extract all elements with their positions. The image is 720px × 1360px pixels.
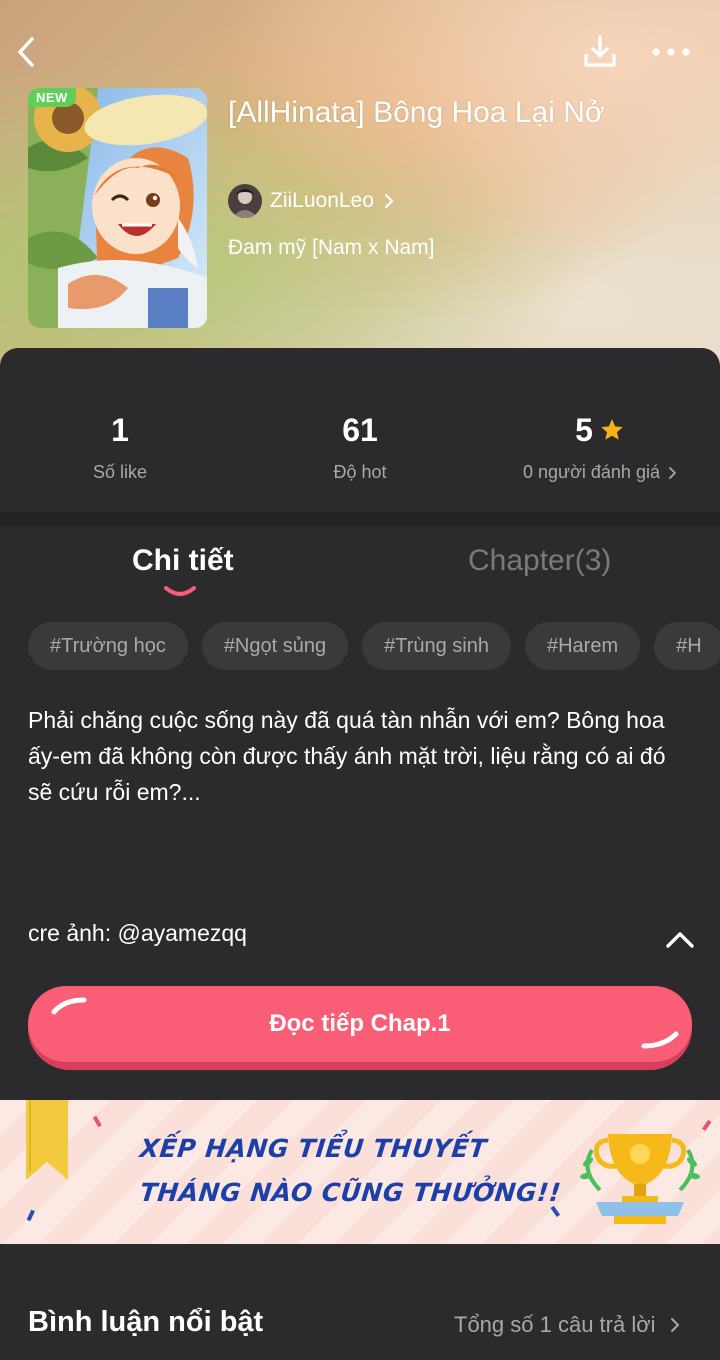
likes-value: 1 <box>111 411 129 448</box>
tab-details[interactable]: Chi tiết <box>132 544 234 578</box>
likes-label: Số like <box>92 462 148 482</box>
cover-illustration <box>28 88 207 328</box>
tag-item[interactable]: #Trùng sinh <box>362 622 511 670</box>
download-icon <box>584 35 616 67</box>
confetti-icon <box>92 1115 102 1128</box>
download-button[interactable] <box>580 32 620 72</box>
stats-row: 1 Số like 61 Độ hot 5 0 người đánh giá <box>0 348 720 512</box>
genre-label: Đam mỹ [Nam x Nam] <box>228 236 435 259</box>
new-badge: NEW <box>28 88 76 107</box>
chevron-right-icon <box>670 1318 679 1332</box>
gloss-highlight <box>51 997 87 1015</box>
tag-item[interactable]: #Ngọt sủng <box>201 622 349 670</box>
continue-reading-button[interactable]: Đọc tiếp Chap.1 <box>28 986 692 1070</box>
tag-item[interactable]: #Trường học <box>28 622 188 670</box>
detail-panel: 1 Số like 61 Độ hot 5 0 người đánh giá C… <box>0 348 720 1360</box>
gloss-highlight <box>641 1031 679 1049</box>
chevron-right-icon <box>384 193 394 209</box>
continue-reading-label: Đọc tiếp Chap.1 <box>269 1010 451 1037</box>
tab-chapters[interactable]: Chapter(3) <box>468 544 611 578</box>
hot-label: Độ hot <box>333 462 387 482</box>
author-name: ZiiLuonLeo <box>270 189 374 212</box>
more-horizontal-icon <box>652 48 690 56</box>
bookmark-ribbon-icon <box>26 1100 68 1180</box>
book-title: [AllHinata] Bông Hoa Lại Nở <box>228 96 605 129</box>
collapse-button[interactable] <box>664 928 696 952</box>
hot-value: 61 <box>342 411 378 448</box>
banner-subheadline: THÁNG NÀO CŨNG THƯỞNG!! <box>138 1178 563 1207</box>
back-button[interactable] <box>8 34 44 70</box>
tag-item[interactable]: #Harem <box>524 622 641 670</box>
stat-likes: 1 Số like <box>0 410 240 483</box>
comments-count-link[interactable]: Tổng số 1 câu trả lời <box>454 1312 680 1338</box>
tab-active-indicator <box>164 586 196 596</box>
chevron-right-icon <box>669 466 676 479</box>
tag-item[interactable]: #H <box>654 622 720 670</box>
trophy-icon <box>580 1134 700 1224</box>
rating-value: 5 <box>575 411 593 448</box>
rating-count-label: 0 người đánh giá <box>523 462 660 482</box>
chevron-up-icon <box>666 932 694 948</box>
confetti-icon <box>26 1209 35 1222</box>
description: Phải chăng cuộc sống này đã quá tàn nhẫn… <box>28 707 666 805</box>
stat-hot: 61 Độ hot <box>240 410 480 483</box>
tag-list: #Trường học #Ngọt sủng #Trùng sinh #Harem #H <box>28 622 720 672</box>
avatar <box>228 184 262 218</box>
credit-text: cre ảnh: @ayamezqq <box>28 920 247 946</box>
author-link[interactable]: ZiiLuonLeo <box>228 184 394 218</box>
chevron-left-icon <box>18 37 34 67</box>
hero-header: NEW [AllHinata] Bông Hoa Lại Nở ZiiLuonL… <box>0 0 720 380</box>
comments-heading: Bình luận nổi bật <box>28 1306 264 1338</box>
banner-headline: XẾP HẠNG TIỂU THUYẾT <box>138 1134 489 1163</box>
stat-rating[interactable]: 5 0 người đánh giá <box>480 410 720 483</box>
book-cover[interactable]: NEW <box>28 88 207 328</box>
section-divider <box>0 512 720 526</box>
comments-count-label: Tổng số 1 câu trả lời <box>454 1312 656 1337</box>
more-button[interactable] <box>648 34 694 70</box>
star-icon <box>601 419 623 440</box>
ranking-banner[interactable]: XẾP HẠNG TIỂU THUYẾT THÁNG NÀO CŨNG THƯỞ… <box>0 1100 720 1244</box>
